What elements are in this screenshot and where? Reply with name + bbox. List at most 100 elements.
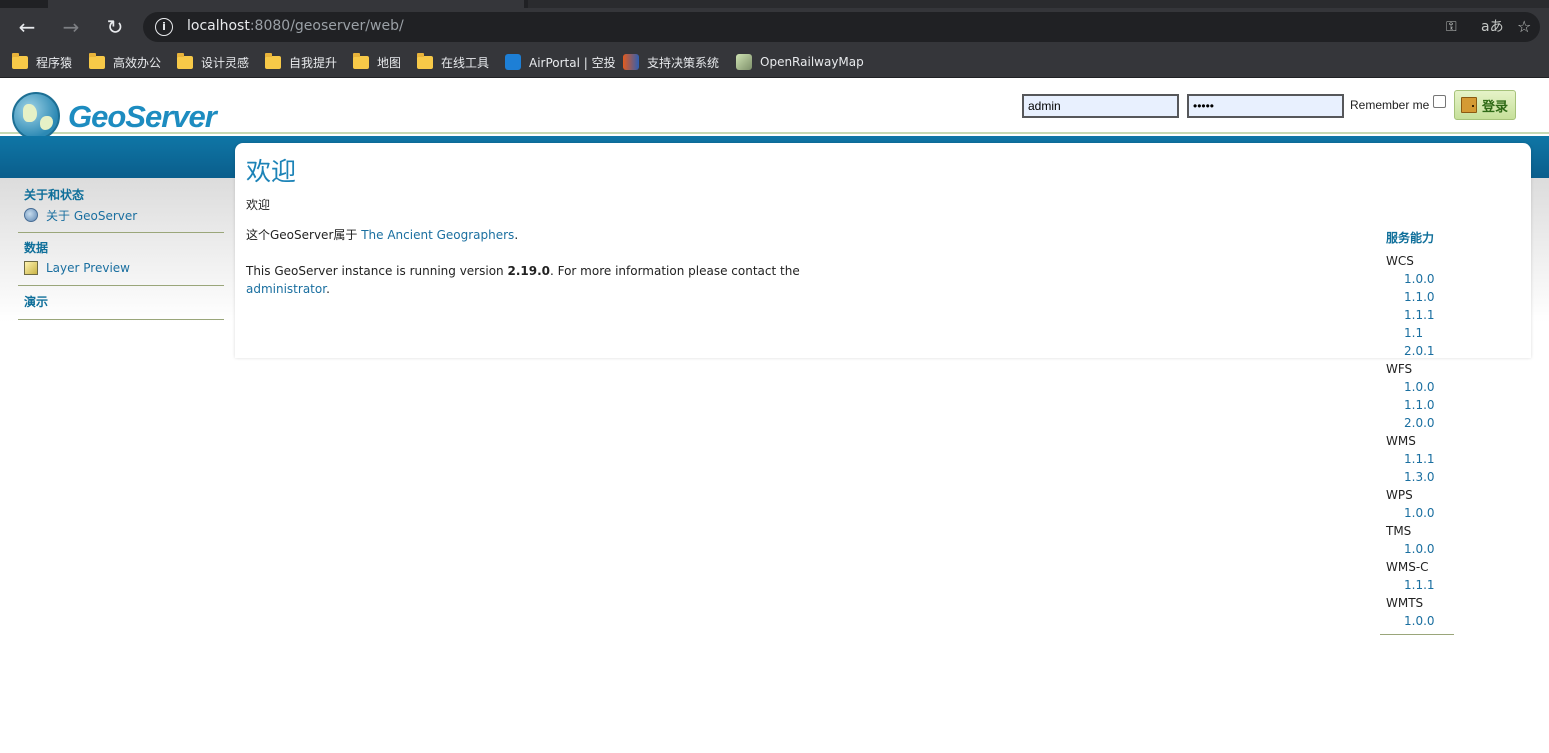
service-name: WPS <box>1386 488 1413 502</box>
bookmark-folder[interactable]: 高效办公 <box>89 52 161 72</box>
version-number: 2.19.0 <box>507 264 550 278</box>
bookmark-label: 自我提升 <box>289 55 338 70</box>
sidebar-item-layer-preview[interactable]: Layer Preview <box>18 258 224 278</box>
bookmark-label: OpenRailwayMap <box>760 55 864 69</box>
bookmark-link[interactable]: OpenRailwayMap <box>736 52 864 72</box>
bookmark-link[interactable]: 支持决策系统 <box>623 52 719 72</box>
password-input[interactable] <box>1187 94 1344 118</box>
layer-preview-icon <box>24 261 38 275</box>
sidebar-nav: 关于和状态 关于 GeoServer 数据 Layer Preview 演示 <box>18 178 224 320</box>
url-path: :8080/geoserver/web/ <box>249 18 404 34</box>
bookmarks-bar: 程序猿 高效办公 设计灵感 自我提升 地图 在线工具 AirPortal | 空… <box>0 46 1549 78</box>
key-icon[interactable]: ⚿ <box>1446 18 1457 36</box>
back-arrow-icon[interactable]: ← <box>14 14 40 40</box>
service-version-link[interactable]: 2.0.1 <box>1380 342 1454 360</box>
remember-me-label: Remember me <box>1350 98 1430 112</box>
remember-me-checkbox[interactable] <box>1433 95 1446 108</box>
bookmark-folder[interactable]: 自我提升 <box>265 52 337 72</box>
sidebar-item-about-geoserver[interactable]: 关于 GeoServer <box>18 205 224 225</box>
bookmark-folder[interactable]: 地图 <box>353 52 401 72</box>
forward-arrow-icon[interactable]: → <box>58 14 84 40</box>
bookmark-label: 设计灵感 <box>201 55 250 70</box>
service-version-link[interactable]: 2.0.0 <box>1380 414 1454 432</box>
sidebar-item-label: 关于 GeoServer <box>46 208 138 223</box>
tab-strip <box>0 0 1549 8</box>
address-bar[interactable]: i localhost:8080/geoserver/web/ ⚿ aあ ☆ <box>143 12 1540 42</box>
favorite-star-icon[interactable]: ☆ <box>1517 18 1531 36</box>
login-button-label: 登录 <box>1482 99 1509 115</box>
service-capabilities: 服务能力 WCS 1.0.0 1.1.0 1.1.1 1.1 2.0.1 WFS… <box>1380 228 1454 635</box>
content-panel <box>235 143 1531 358</box>
login-button[interactable]: 登录 <box>1454 90 1516 120</box>
service-version-link[interactable]: 1.0.0 <box>1380 612 1454 630</box>
sidebar-section-about-status: 关于和状态 <box>24 188 85 202</box>
service-version-link[interactable]: 1.3.0 <box>1380 468 1454 486</box>
sidebar-divider <box>18 319 224 320</box>
sidebar-item-label: Layer Preview <box>46 261 130 275</box>
bookmark-label: 在线工具 <box>441 55 490 70</box>
geoserver-logo-text[interactable]: GeoServer <box>68 99 217 135</box>
geoserver-header: GeoServer Remember me 登录 <box>0 79 1549 140</box>
capabilities-divider <box>1380 634 1454 635</box>
owner-period: . <box>514 228 519 242</box>
browser-toolbar: ← → ↻ i localhost:8080/geoserver/web/ ⚿ … <box>0 8 1549 46</box>
service-version-link[interactable]: 1.0.0 <box>1380 504 1454 522</box>
service-version-link[interactable]: 1.1.1 <box>1380 306 1454 324</box>
folder-icon <box>12 52 28 69</box>
geoserver-globe-icon[interactable] <box>12 92 60 140</box>
cloud-icon <box>505 54 521 70</box>
service-version-link[interactable]: 1.0.0 <box>1380 270 1454 288</box>
page-subtitle: 欢迎 <box>246 198 271 212</box>
service-version-link[interactable]: 1.0.0 <box>1380 540 1454 558</box>
url-host: localhost <box>187 18 250 34</box>
owner-prefix: 这个GeoServer属于 <box>246 228 362 242</box>
service-version-link[interactable]: 1.1 <box>1380 324 1454 342</box>
folder-icon <box>89 52 105 69</box>
translate-icon[interactable]: aあ <box>1481 18 1504 36</box>
service-version-link[interactable]: 1.0.0 <box>1380 378 1454 396</box>
url-text[interactable]: localhost:8080/geoserver/web/ <box>187 18 404 34</box>
active-tab[interactable] <box>48 0 524 8</box>
sidebar-section-demos[interactable]: 演示 <box>18 292 224 312</box>
service-name: WCS <box>1386 254 1414 268</box>
owner-link[interactable]: The Ancient Geographers <box>361 228 514 242</box>
admin-period: . <box>326 282 330 296</box>
reload-icon[interactable]: ↻ <box>102 14 128 40</box>
bookmark-label: 地图 <box>377 55 402 70</box>
bookmark-label: AirPortal | 空投 <box>529 55 616 70</box>
bookmark-folder[interactable]: 程序猿 <box>12 52 72 72</box>
service-version-link[interactable]: 1.1.1 <box>1380 576 1454 594</box>
bookmark-folder[interactable]: 设计灵感 <box>177 52 249 72</box>
administrator-link[interactable]: administrator <box>246 282 326 296</box>
version-prefix: This GeoServer instance is running versi… <box>246 264 508 278</box>
railway-map-icon <box>736 54 752 70</box>
login-door-icon <box>1461 97 1477 113</box>
service-version-link[interactable]: 1.1.0 <box>1380 396 1454 414</box>
page-title: 欢迎 <box>246 157 297 186</box>
service-version-link[interactable]: 1.1.1 <box>1380 450 1454 468</box>
folder-icon <box>177 52 193 69</box>
bookmark-label: 支持决策系统 <box>647 55 720 70</box>
bookmark-link[interactable]: AirPortal | 空投 <box>505 52 616 72</box>
service-name: WFS <box>1386 362 1413 376</box>
service-name: WMS <box>1386 434 1416 448</box>
bookmark-folder[interactable]: 在线工具 <box>417 52 489 72</box>
service-name: WMS-C <box>1386 560 1429 574</box>
service-name: TMS <box>1386 524 1412 538</box>
owner-text: 这个GeoServer属于 The Ancient Geographers. <box>246 226 518 243</box>
capabilities-title: 服务能力 <box>1386 231 1435 245</box>
site-icon <box>623 54 639 70</box>
bookmark-label: 程序猿 <box>36 55 73 70</box>
username-input[interactable] <box>1022 94 1179 118</box>
folder-icon <box>417 52 433 69</box>
about-icon <box>24 208 38 222</box>
bookmark-label: 高效办公 <box>113 55 162 70</box>
version-suffix: . For more information please contact th… <box>549 264 800 278</box>
version-text: This GeoServer instance is running versi… <box>246 262 800 298</box>
service-name: WMTS <box>1386 596 1424 610</box>
folder-icon <box>353 52 369 69</box>
folder-icon <box>265 52 281 69</box>
service-version-link[interactable]: 1.1.0 <box>1380 288 1454 306</box>
info-icon[interactable]: i <box>155 18 173 36</box>
inactive-tab[interactable] <box>528 0 1549 8</box>
